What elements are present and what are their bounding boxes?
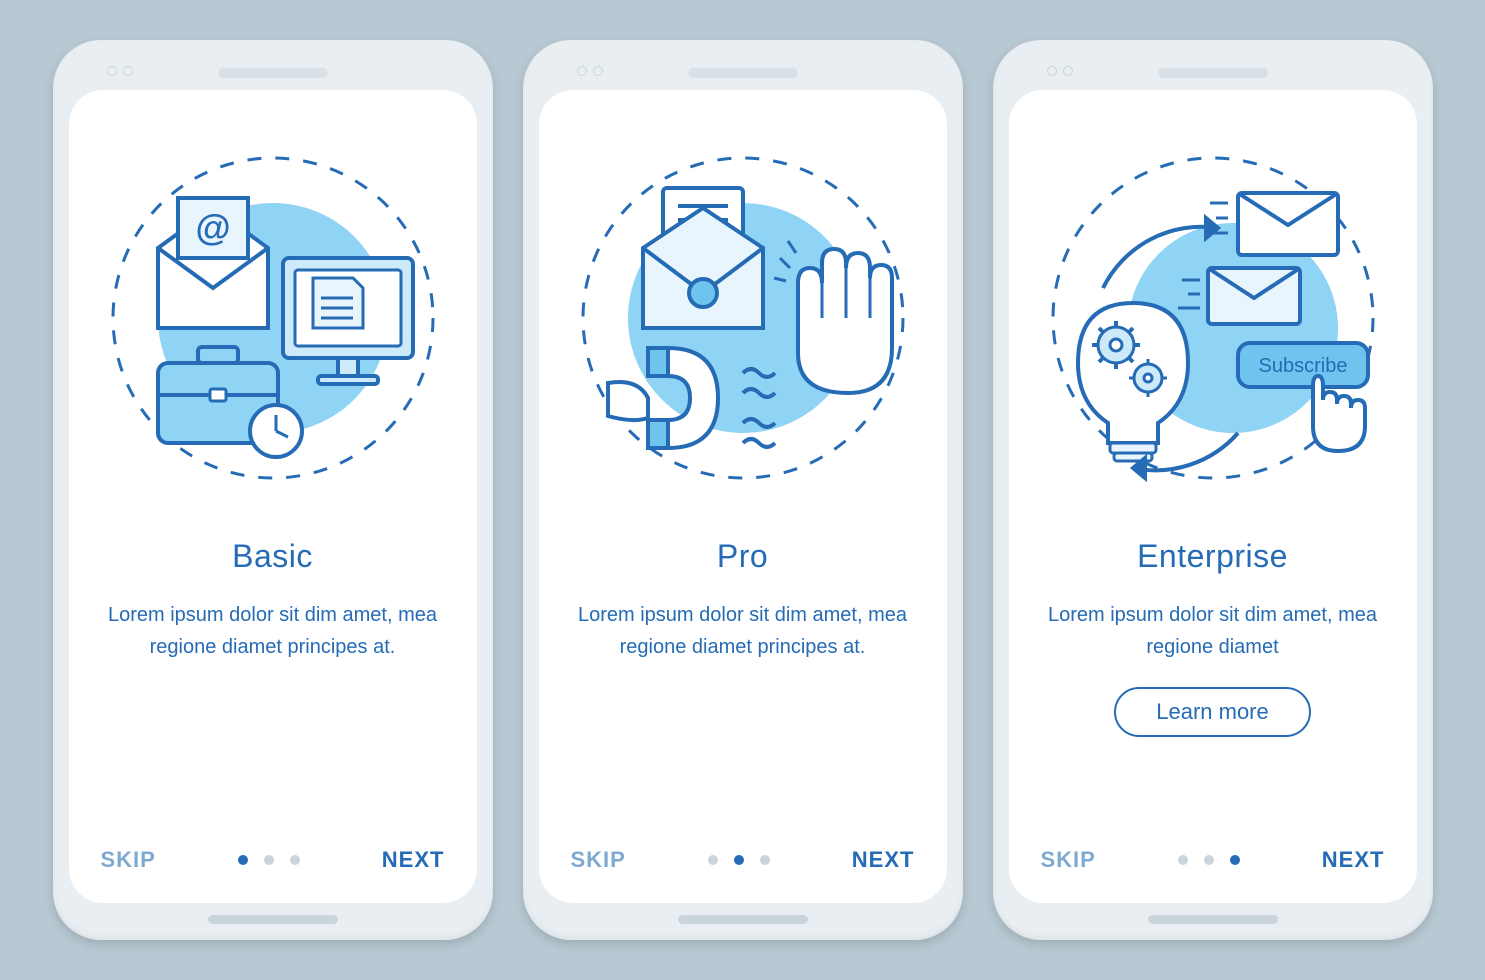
home-indicator [1148,915,1278,924]
speaker-slot [1158,68,1268,78]
plan-title: Enterprise [1137,538,1288,575]
home-indicator [678,915,808,924]
phone-top-bar [69,56,477,90]
plan-title: Basic [232,538,313,575]
phone-mockup-enterprise: Subscribe [993,40,1433,940]
home-indicator [208,915,338,924]
plan-description: Lorem ipsum dolor sit dim amet, mea regi… [567,599,919,663]
indicator-dot-active [1230,855,1240,865]
indicator-dot [1178,855,1188,865]
lightbulb-subscribe-envelope-illustration: Subscribe [1037,128,1389,508]
indicator-dot [264,855,274,865]
sensor-dot [593,66,603,76]
page-indicator [1178,855,1240,865]
next-button[interactable]: NEXT [1322,847,1385,873]
next-button[interactable]: NEXT [852,847,915,873]
indicator-dot [760,855,770,865]
sensor-dot [1063,66,1073,76]
onboarding-footer: SKIP NEXT [97,847,449,879]
sensor-dot [123,66,133,76]
plan-description: Lorem ipsum dolor sit dim amet, mea regi… [97,599,449,663]
speaker-slot [218,68,328,78]
phone-mockup-basic: @ [53,40,493,940]
speaker-slot [688,68,798,78]
skip-button[interactable]: SKIP [1041,847,1096,873]
onboarding-footer: SKIP NEXT [1037,847,1389,879]
indicator-dot [1204,855,1214,865]
onboarding-screen-basic: @ [69,90,477,903]
plan-title: Pro [717,538,768,575]
next-button[interactable]: NEXT [382,847,445,873]
subscribe-label-text: Subscribe [1258,355,1347,377]
page-indicator [708,855,770,865]
phone-top-bar [1009,56,1417,90]
svg-text:@: @ [195,207,230,248]
learn-more-button[interactable]: Learn more [1114,687,1311,737]
letter-magnet-hand-illustration [567,128,919,508]
sensor-dots [577,66,603,76]
onboarding-screen-pro: Pro Lorem ipsum dolor sit dim amet, mea … [539,90,947,903]
skip-button[interactable]: SKIP [101,847,156,873]
sensor-dot [107,66,117,76]
sensor-dots [107,66,133,76]
phone-mockup-pro: Pro Lorem ipsum dolor sit dim amet, mea … [523,40,963,940]
page-indicator [238,855,300,865]
indicator-dot-active [734,855,744,865]
email-briefcase-computer-illustration: @ [97,128,449,508]
skip-button[interactable]: SKIP [571,847,626,873]
sensor-dots [1047,66,1073,76]
indicator-dot-active [238,855,248,865]
onboarding-screen-enterprise: Subscribe [1009,90,1417,903]
sensor-dot [577,66,587,76]
phone-top-bar [539,56,947,90]
indicator-dot [290,855,300,865]
onboarding-footer: SKIP NEXT [567,847,919,879]
sensor-dot [1047,66,1057,76]
plan-description: Lorem ipsum dolor sit dim amet, mea regi… [1037,599,1389,663]
indicator-dot [708,855,718,865]
